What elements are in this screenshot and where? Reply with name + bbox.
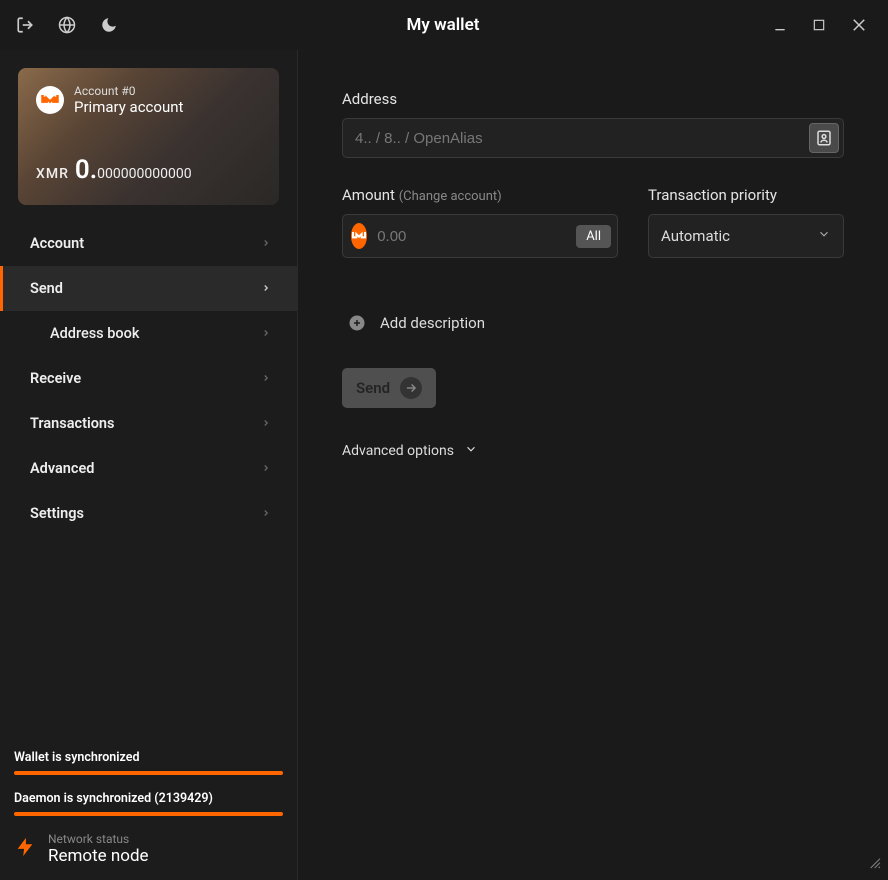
network-status[interactable]: Network status Remote node	[14, 832, 283, 866]
logout-icon[interactable]	[16, 16, 34, 34]
nav-label: Account	[30, 235, 84, 252]
all-button[interactable]: All	[576, 225, 611, 248]
change-account-link[interactable]: (Change account)	[399, 189, 502, 204]
address-book-button[interactable]	[809, 123, 839, 153]
resize-handle-icon[interactable]	[866, 854, 882, 874]
nav-send[interactable]: Send	[0, 266, 297, 311]
minimize-button[interactable]	[768, 13, 792, 37]
chevron-right-icon	[261, 370, 271, 387]
close-button[interactable]	[846, 12, 872, 38]
xmr-icon	[351, 223, 367, 249]
priority-select[interactable]: Automatic	[648, 214, 844, 258]
monero-logo-icon	[36, 86, 64, 114]
wallet-sync-bar	[14, 771, 283, 775]
chevron-right-icon	[261, 505, 271, 522]
plus-circle-icon	[348, 314, 366, 332]
nav-account[interactable]: Account	[0, 221, 297, 266]
nav-label: Receive	[30, 370, 81, 387]
nav-address-book[interactable]: Address book	[0, 311, 297, 356]
chevron-right-icon	[261, 280, 271, 297]
bolt-icon	[14, 833, 36, 865]
nav-transactions[interactable]: Transactions	[0, 401, 297, 446]
nav-label: Send	[30, 280, 63, 297]
nav-label: Transactions	[30, 415, 114, 432]
account-name: Primary account	[74, 98, 183, 116]
daemon-sync-label: Daemon is synchronized (2139429)	[14, 791, 283, 806]
balance-currency: XMR	[36, 166, 69, 182]
moon-icon[interactable]	[100, 16, 118, 34]
sidebar: Account #0 Primary account XMR 0.0000000…	[0, 50, 298, 880]
amount-input[interactable]	[377, 228, 576, 245]
chevron-right-icon	[261, 235, 271, 252]
maximize-button[interactable]	[808, 14, 830, 36]
chevron-right-icon	[261, 460, 271, 477]
nav-advanced[interactable]: Advanced	[0, 446, 297, 491]
balance-integer: 0.	[75, 155, 97, 185]
network-status-value: Remote node	[48, 846, 149, 866]
address-label: Address	[342, 90, 844, 108]
nav-label: Settings	[30, 505, 84, 522]
amount-label: Amount (Change account)	[342, 186, 618, 204]
balance-fraction: 000000000000	[97, 166, 191, 182]
window-title: My wallet	[118, 15, 768, 35]
add-description-label: Add description	[380, 314, 485, 332]
priority-label: Transaction priority	[648, 186, 844, 204]
chevron-down-icon	[464, 442, 478, 460]
address-input[interactable]	[355, 130, 809, 147]
chevron-right-icon	[261, 415, 271, 432]
arrow-right-icon	[400, 377, 422, 399]
account-card[interactable]: Account #0 Primary account XMR 0.0000000…	[18, 68, 279, 205]
wallet-sync-label: Wallet is synchronized	[14, 750, 283, 765]
nav-label: Address book	[50, 325, 139, 342]
send-button[interactable]: Send	[342, 368, 436, 408]
chevron-down-icon	[817, 227, 831, 245]
main-content: Address Amount (Change account) All	[298, 50, 888, 880]
nav-label: Advanced	[30, 460, 94, 477]
address-input-wrap	[342, 118, 844, 158]
advanced-options-label: Advanced options	[342, 443, 454, 459]
globe-icon[interactable]	[58, 16, 76, 34]
network-status-label: Network status	[48, 832, 149, 846]
send-button-label: Send	[356, 379, 390, 397]
nav-receive[interactable]: Receive	[0, 356, 297, 401]
priority-value: Automatic	[661, 227, 730, 245]
nav-settings[interactable]: Settings	[0, 491, 297, 536]
account-tag: Account #0	[74, 84, 183, 98]
amount-input-wrap: All	[342, 214, 618, 258]
daemon-sync-bar	[14, 812, 283, 816]
advanced-options-toggle[interactable]: Advanced options	[342, 442, 844, 460]
add-description-button[interactable]: Add description	[342, 314, 844, 332]
chevron-right-icon	[261, 325, 271, 342]
